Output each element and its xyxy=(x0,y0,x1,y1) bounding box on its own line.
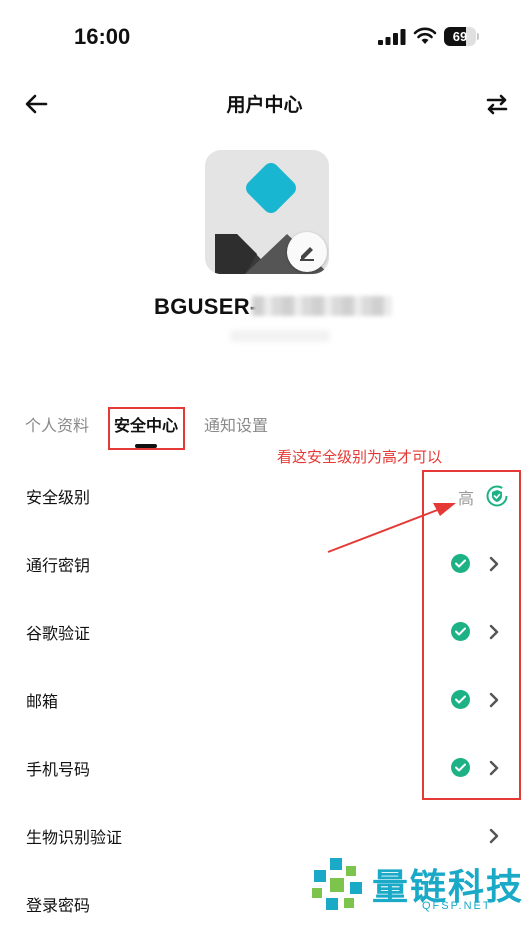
row-label: 邮箱 xyxy=(26,692,59,711)
tab-notifications[interactable]: 通知设置 xyxy=(204,412,268,436)
pencil-icon xyxy=(300,247,314,261)
annotation-box-tab xyxy=(108,407,185,450)
masked-user-info xyxy=(230,330,330,342)
check-circle-icon xyxy=(451,758,470,777)
watermark-logo-icon xyxy=(312,858,362,910)
signal-icon xyxy=(378,29,406,45)
swap-icon[interactable] xyxy=(482,90,512,118)
security-level-value: 高 xyxy=(458,489,475,508)
row-label: 登录密码 xyxy=(26,896,91,915)
status-time: 16:00 xyxy=(74,24,131,49)
check-circle-icon xyxy=(451,622,470,641)
status-bar: 16:00 69 xyxy=(0,0,529,70)
row-label: 生物识别验证 xyxy=(26,828,123,847)
watermark-domain: QFSP.NET xyxy=(422,900,492,912)
row-label: 通行密钥 xyxy=(26,556,91,575)
chevron-right-icon xyxy=(489,556,499,572)
edit-avatar-button[interactable] xyxy=(287,232,327,272)
header: 用户中心 xyxy=(0,80,529,128)
chevron-right-icon xyxy=(489,692,499,708)
masked-user-id xyxy=(252,296,392,316)
tab-bar: 个人资料 安全中心 通知设置 xyxy=(0,400,529,456)
wifi-icon xyxy=(413,27,437,44)
check-circle-icon xyxy=(451,690,470,709)
row-label: 谷歌验证 xyxy=(26,624,91,643)
row-label: 手机号码 xyxy=(26,760,91,779)
row-google-auth[interactable]: 谷歌验证 xyxy=(0,598,529,666)
username: BGUSER- xyxy=(154,294,258,319)
battery-level: 69 xyxy=(452,29,468,44)
row-email[interactable]: 邮箱 xyxy=(0,666,529,734)
shield-check-icon xyxy=(486,485,508,507)
chevron-right-icon xyxy=(489,828,499,844)
row-phone[interactable]: 手机号码 xyxy=(0,734,529,802)
watermark: 量链科技 QFSP.NET xyxy=(306,854,526,916)
battery-icon: 69 xyxy=(444,27,479,46)
row-security-level: 安全级别 高 xyxy=(0,462,529,530)
check-circle-icon xyxy=(451,554,470,573)
tab-profile[interactable]: 个人资料 xyxy=(25,412,89,436)
chevron-right-icon xyxy=(489,760,499,776)
chevron-right-icon xyxy=(489,624,499,640)
row-label: 安全级别 xyxy=(26,488,91,507)
page-title: 用户中心 xyxy=(226,94,303,116)
row-passkey[interactable]: 通行密钥 xyxy=(0,530,529,598)
